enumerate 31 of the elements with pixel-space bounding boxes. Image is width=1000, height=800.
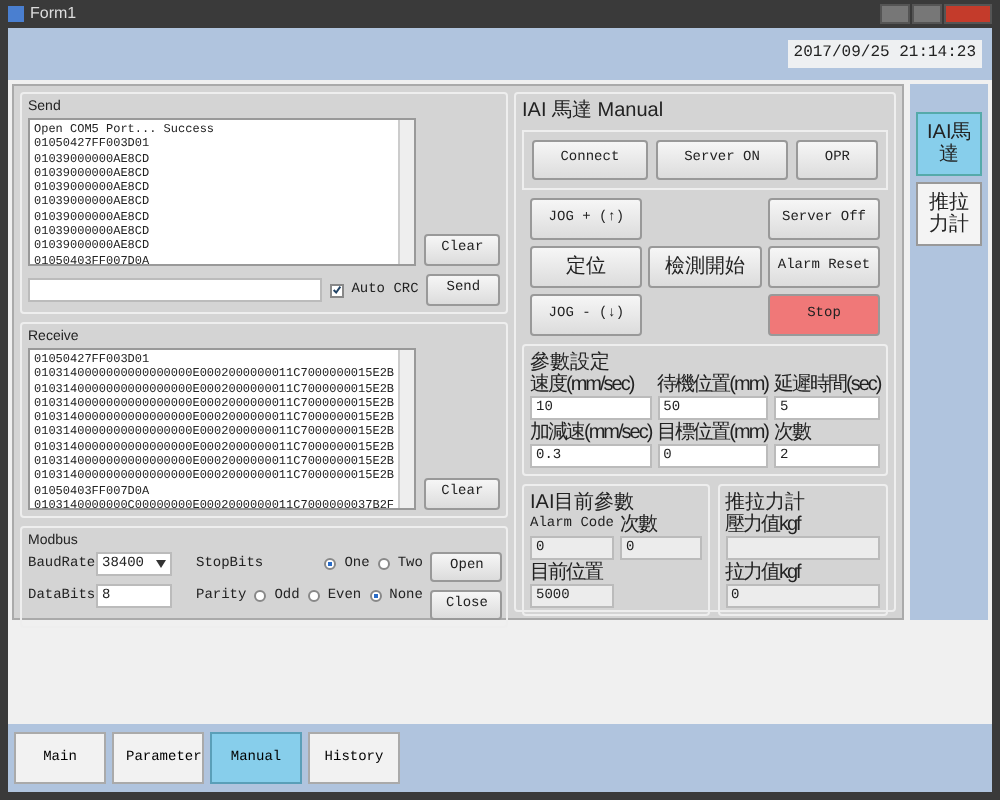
scrollbar[interactable] <box>398 350 415 508</box>
radio-button[interactable] <box>307 590 320 602</box>
field-label: 次數 <box>774 422 813 444</box>
clock-text: 2017/09/25 21:14:23 <box>787 40 982 68</box>
radio-button[interactable] <box>324 558 337 570</box>
field-label: 待機位置(mm) <box>657 374 768 396</box>
scrollbar[interactable] <box>398 120 415 264</box>
command-field[interactable] <box>28 278 322 302</box>
field-label: 拉力值kgf <box>725 562 803 584</box>
window-title: Form1 <box>30 2 77 26</box>
radio-button[interactable] <box>254 590 267 602</box>
side-tab[interactable]: IAI馬達 <box>916 112 982 176</box>
radio-button[interactable] <box>369 590 382 602</box>
field-label: 加減速(mm/sec) <box>530 422 652 444</box>
field-label: 次數 <box>620 514 659 536</box>
caret-icon <box>156 560 166 568</box>
radio-button[interactable] <box>377 558 390 570</box>
group-title: IAI目前參數 <box>530 492 637 514</box>
command-button[interactable]: 檢測開始 <box>648 246 762 288</box>
group-title: IAI 馬達 Manual <box>522 100 666 122</box>
field-label: 速度(mm/sec) <box>530 374 636 396</box>
field-label: 目標位置(mm) <box>657 422 768 444</box>
group-title: 參數設定 <box>530 352 612 374</box>
group-title: 推拉力計 <box>725 492 807 514</box>
field-label: 延遲時間(sec) <box>774 374 881 396</box>
field-label: 目前位置 <box>530 562 605 584</box>
app-icon <box>8 6 24 22</box>
command-button[interactable]: 定位 <box>530 246 643 288</box>
field-label: 壓力值kgf <box>725 514 803 536</box>
side-tab[interactable]: 推拉力計 <box>916 182 982 246</box>
auto-crc-checkbox[interactable] <box>329 283 344 297</box>
